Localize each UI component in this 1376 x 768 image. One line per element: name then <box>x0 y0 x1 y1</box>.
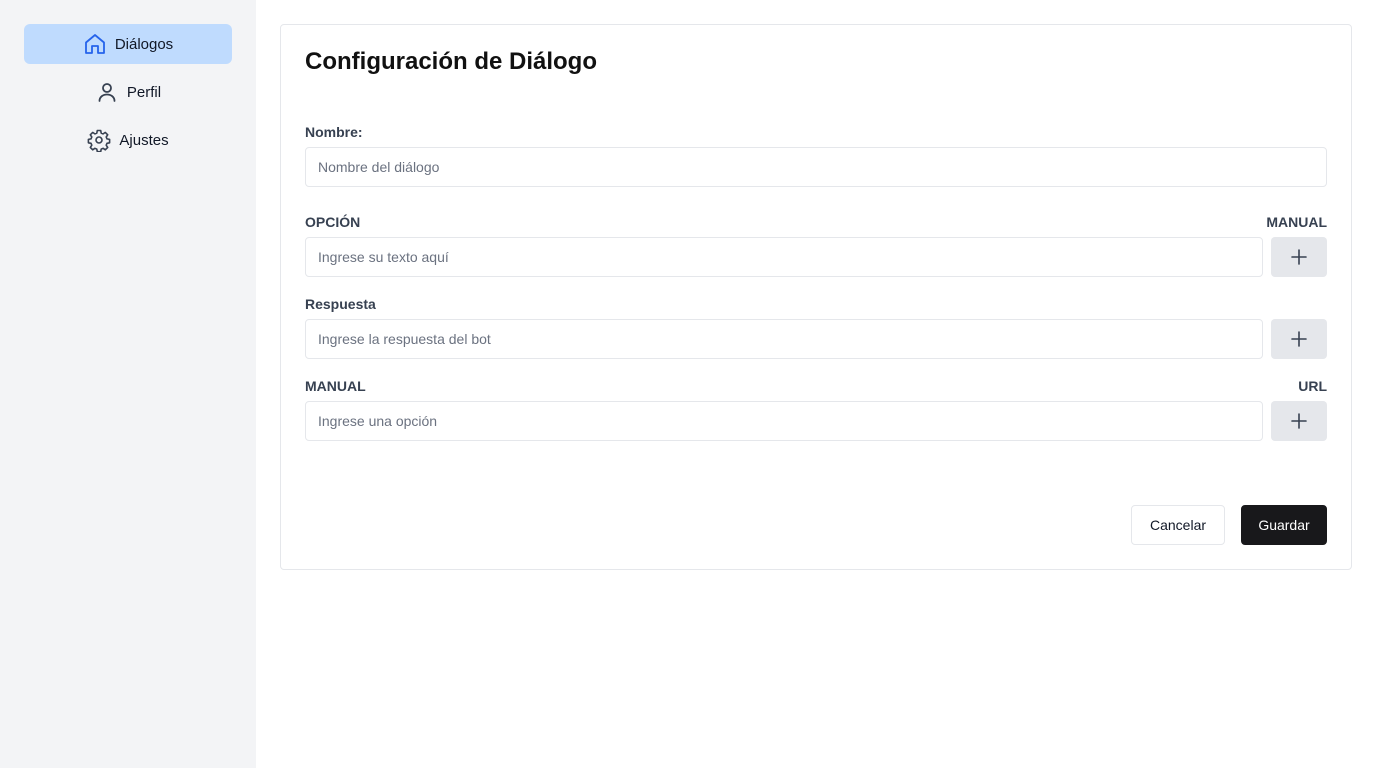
option-input[interactable] <box>305 237 1263 277</box>
gear-icon <box>87 128 111 152</box>
response-input-row <box>305 319 1327 359</box>
add-response-button[interactable] <box>1271 319 1327 359</box>
add-manual-option-button[interactable] <box>1271 401 1327 441</box>
url-label: URL <box>1298 378 1327 394</box>
name-input[interactable] <box>305 147 1327 187</box>
sidebar-item-ajustes[interactable]: Ajustes <box>24 120 232 160</box>
option-label: OPCIÓN <box>305 214 361 230</box>
page-title: Configuración de Diálogo <box>305 48 597 75</box>
main-content: Configuración de Diálogo Nombre: OPCIÓN … <box>256 0 1376 768</box>
manual-option-input[interactable] <box>305 401 1263 441</box>
dialog-config-card: Configuración de Diálogo Nombre: OPCIÓN … <box>280 24 1352 570</box>
name-group: Nombre: <box>305 123 1327 187</box>
name-label-row: Nombre: <box>305 123 1327 141</box>
sidebar-item-label: Perfil <box>126 83 162 101</box>
response-label-row: Respuesta <box>305 295 1327 313</box>
plus-icon <box>1291 331 1307 347</box>
option-input-row <box>305 237 1327 277</box>
response-group: Respuesta <box>305 295 1327 359</box>
sidebar-item-label: Diálogos <box>114 35 174 53</box>
plus-icon <box>1291 413 1307 429</box>
sidebar-item-label: Ajustes <box>119 131 169 149</box>
manual-input-row <box>305 401 1327 441</box>
add-option-button[interactable] <box>1271 237 1327 277</box>
response-input[interactable] <box>305 319 1263 359</box>
name-label: Nombre: <box>305 124 363 140</box>
sidebar-item-dialogos[interactable]: Diálogos <box>24 24 232 64</box>
option-manual-label: MANUAL <box>1266 214 1327 230</box>
user-icon <box>95 80 119 104</box>
response-label: Respuesta <box>305 296 376 312</box>
save-button[interactable]: Guardar <box>1241 505 1327 545</box>
manual-label-row: MANUAL URL <box>305 377 1327 395</box>
manual-group: MANUAL URL <box>305 377 1327 441</box>
form-actions: Cancelar Guardar <box>1131 505 1327 545</box>
manual-label: MANUAL <box>305 378 366 394</box>
app-root: Diálogos Perfil Ajustes Configuración de… <box>0 0 1376 768</box>
sidebar-item-perfil[interactable]: Perfil <box>24 72 232 112</box>
plus-icon <box>1291 249 1307 265</box>
home-icon <box>83 32 107 56</box>
option-label-row: OPCIÓN MANUAL <box>305 213 1327 231</box>
sidebar: Diálogos Perfil Ajustes <box>0 0 256 768</box>
option-group: OPCIÓN MANUAL <box>305 213 1327 277</box>
cancel-button[interactable]: Cancelar <box>1131 505 1225 545</box>
